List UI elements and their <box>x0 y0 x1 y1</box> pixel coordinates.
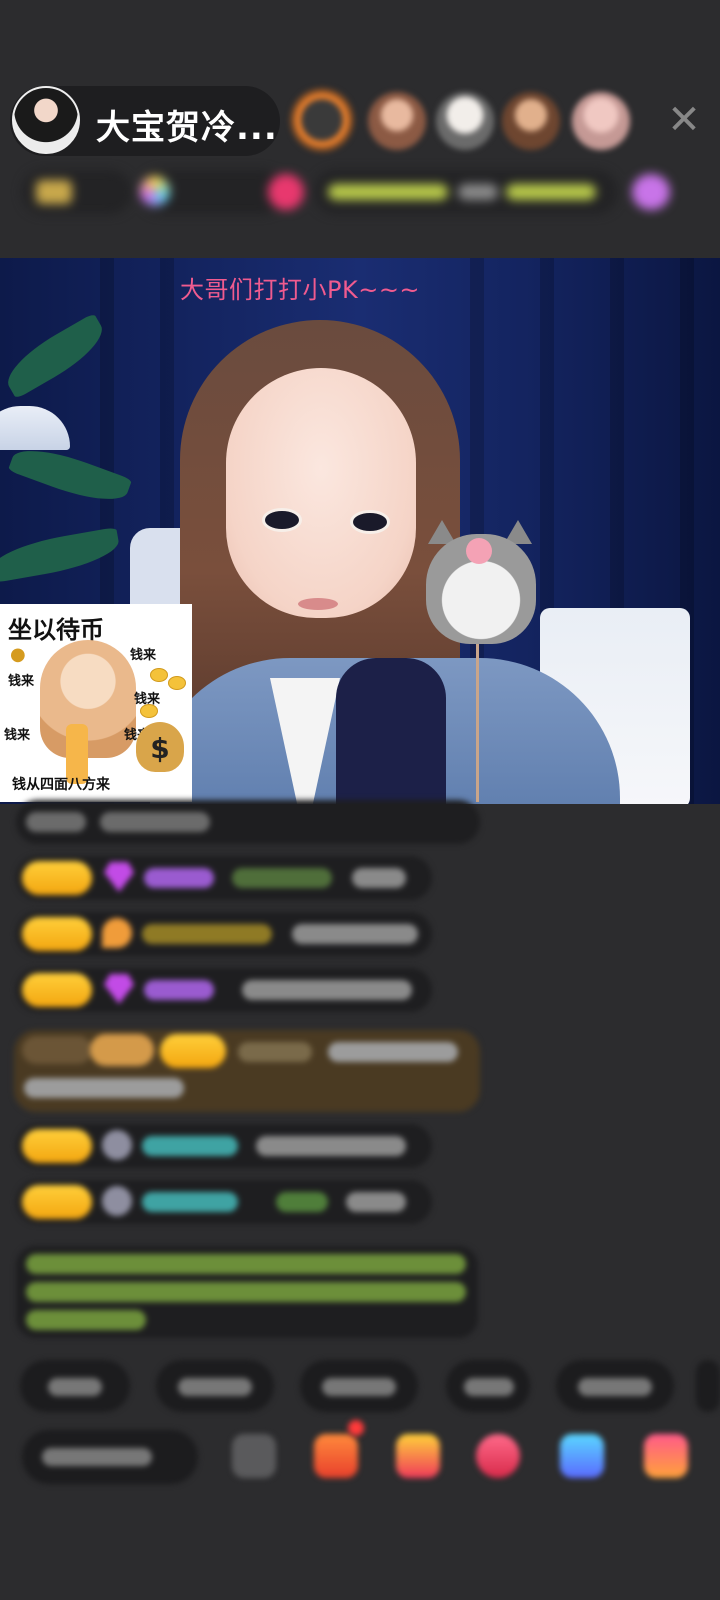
notice-line <box>26 1310 146 1330</box>
vip-badge <box>22 1036 92 1064</box>
sticker-cat-image <box>40 640 136 758</box>
money-bag-icon: ● <box>10 644 26 665</box>
streamer-lips <box>298 598 338 610</box>
chat-text <box>328 1042 458 1062</box>
chat-username <box>142 1192 238 1212</box>
chat-text <box>352 868 406 888</box>
viewer-avatar-4[interactable] <box>502 92 560 150</box>
coin <box>150 668 168 682</box>
chat-username <box>142 924 272 944</box>
chat-message[interactable] <box>16 968 432 1012</box>
chat-username <box>144 868 214 888</box>
plant-leaf <box>0 312 112 400</box>
gift-icon[interactable] <box>632 174 670 210</box>
chat-input[interactable] <box>22 1430 198 1484</box>
user-avatar-icon <box>102 1186 132 1216</box>
chat-username <box>144 980 214 1000</box>
sticker-word: 钱来 <box>8 674 35 689</box>
cat-toy-flower <box>466 538 492 564</box>
quick-reply-text <box>578 1378 652 1396</box>
heart-icon[interactable] <box>476 1434 520 1478</box>
diamond-icon <box>104 862 134 892</box>
quick-reply-text <box>178 1378 252 1396</box>
notice-line <box>26 1282 466 1302</box>
chat-input-placeholder <box>42 1448 152 1466</box>
vip-chat-message[interactable] <box>14 1030 480 1112</box>
emoji-icon[interactable] <box>232 1434 276 1478</box>
fan-icon <box>102 918 132 948</box>
sticker-word: 钱来 <box>130 648 157 663</box>
sticker-word: 钱来 <box>4 728 31 743</box>
gift-box-icon[interactable] <box>314 1434 358 1478</box>
diamond-icon <box>104 974 134 1004</box>
notice-text-3 <box>506 184 596 200</box>
chat-message[interactable] <box>16 1180 432 1224</box>
level-badge <box>22 1185 92 1219</box>
viewer-avatar-5[interactable] <box>572 92 630 150</box>
quick-reply-6[interactable] <box>696 1360 720 1412</box>
system-notice <box>16 1246 478 1338</box>
close-icon[interactable]: ✕ <box>664 100 704 140</box>
chat-username <box>238 1042 312 1062</box>
chat-text <box>26 812 86 832</box>
quick-reply-1[interactable] <box>20 1360 130 1412</box>
notice-text-2 <box>458 184 498 200</box>
level-badge <box>22 917 92 951</box>
chat-username <box>142 1136 238 1156</box>
host-avatar[interactable] <box>12 86 80 154</box>
sticker-caption: 钱从四面八方来 <box>12 777 110 793</box>
chat-message[interactable] <box>16 912 432 956</box>
chat-message[interactable] <box>16 856 432 900</box>
chat-text <box>242 980 412 1000</box>
quick-reply-5[interactable] <box>556 1360 674 1412</box>
money-bag-icon: $ <box>136 722 184 772</box>
stream-info-row <box>22 170 686 214</box>
quick-reply-text <box>48 1378 102 1396</box>
quick-reply-2[interactable] <box>156 1360 274 1412</box>
level-badge <box>22 861 92 895</box>
notice-line <box>26 1254 466 1274</box>
rank-badge <box>90 1034 154 1066</box>
toy-stick <box>476 642 479 802</box>
level-badge <box>22 973 92 1007</box>
quick-reply-text <box>464 1378 514 1396</box>
microphone <box>336 658 446 804</box>
viewer-avatar-3[interactable] <box>436 92 494 150</box>
level-badge <box>160 1034 226 1068</box>
fans-icon <box>140 176 170 206</box>
game-icon[interactable] <box>560 1434 604 1478</box>
lamp <box>0 406 70 450</box>
viewer-avatar-1[interactable] <box>290 88 354 152</box>
streamer-face <box>226 368 416 618</box>
notification-dot <box>348 1420 364 1436</box>
chat-text <box>256 1136 406 1156</box>
host-name[interactable]: 大宝贺冷... <box>96 100 278 149</box>
viewer-avatar-2[interactable] <box>368 92 426 150</box>
chat-text <box>100 812 210 832</box>
chat-message[interactable] <box>16 800 480 844</box>
level-badge <box>22 1129 92 1163</box>
quick-reply-text <box>322 1378 396 1396</box>
more-icon[interactable] <box>644 1434 688 1478</box>
chat-text <box>292 924 418 944</box>
quick-reply-4[interactable] <box>446 1360 530 1412</box>
notice-text-1 <box>328 184 448 200</box>
chat-text <box>232 868 332 888</box>
pink-icon[interactable] <box>268 174 304 210</box>
streamer-eye <box>262 508 302 532</box>
quick-reply-3[interactable] <box>300 1360 418 1412</box>
treasure-icon[interactable] <box>396 1434 440 1478</box>
streamer-eye <box>350 510 390 534</box>
user-avatar-icon <box>102 1130 132 1160</box>
stream-overlay-text: 大哥们打打小PK~~~ <box>180 276 421 304</box>
chat-message[interactable] <box>16 1124 432 1168</box>
coin <box>140 704 158 718</box>
chat-text <box>276 1192 328 1212</box>
rank-icon <box>36 180 72 204</box>
coin <box>168 676 186 690</box>
money-cat-sticker: 坐以待币 ● 钱来 钱来 钱来 钱来 钱来 $ 钱从四面八方来 <box>0 604 192 802</box>
chat-text <box>24 1078 184 1098</box>
chat-text <box>346 1192 406 1212</box>
